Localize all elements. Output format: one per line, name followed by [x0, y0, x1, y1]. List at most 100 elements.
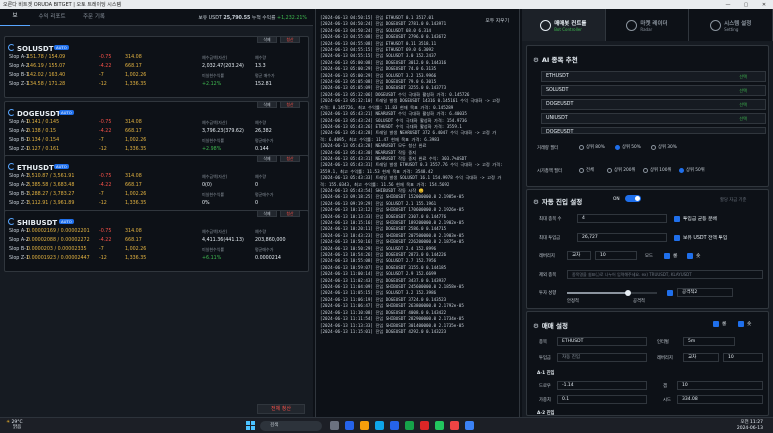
select-button[interactable]: 선택 [739, 72, 747, 82]
trade-short-checkbox[interactable]: 숏 [738, 320, 751, 327]
close-position-button[interactable]: 청산 [280, 155, 300, 162]
slop-row: Slop A-2 0.138 / 0.15 -4.22 668.17 3,796.23(… [9, 129, 299, 135]
delete-button[interactable]: 삭제 [257, 210, 277, 217]
vol-30-radio[interactable]: 상위 30% [651, 144, 677, 150]
style-select[interactable]: 공격적2 [677, 288, 733, 297]
select-button[interactable]: 선택 [739, 114, 747, 124]
vol-50-radio[interactable]: 상위 50% [615, 144, 641, 150]
max-coins-input[interactable]: 4 [577, 214, 667, 223]
windows-start-icon[interactable] [246, 421, 255, 430]
maximize-button[interactable]: ▢ [737, 2, 755, 8]
symbol-select[interactable]: ETHUSDT [557, 337, 647, 346]
ai-coin-item[interactable]: ETHUSDT 선택 [541, 71, 766, 82]
full-usdt-checkbox[interactable]: 보유 USDT 전액 투입 [674, 234, 727, 241]
slop-amount: 1,002.26 [125, 138, 147, 143]
app-icon[interactable] [405, 421, 414, 430]
slop-pct: -0.75 [99, 55, 112, 60]
metric-label: 예수량 [255, 120, 267, 125]
auto-entry-toggle[interactable] [625, 195, 641, 202]
cap-200-radio[interactable]: 상위 200위 [607, 167, 635, 173]
tab-profit-report[interactable]: 수익 리포트 [30, 9, 74, 26]
close-position-button[interactable]: 청산 [280, 210, 300, 217]
taskbar-search[interactable]: 검색 [260, 421, 322, 431]
metric-value: +6.11% [202, 256, 222, 261]
tab-radar[interactable]: 마켓 레이더 Radar [606, 9, 690, 41]
exclude-input[interactable]: 종목명을 쉼표(,)로 나누어 입력해주세요. ex) TRUUSDT, KLA… [567, 270, 763, 279]
tab-setting[interactable]: 시스템 설정 Setting [689, 9, 773, 41]
close-position-button[interactable]: 청산 [280, 36, 300, 43]
drop-input[interactable]: -1.14 [557, 381, 647, 390]
long-checkbox[interactable]: 롱 [664, 252, 677, 259]
trade-long-checkbox[interactable]: 롱 [713, 320, 726, 327]
invest-input[interactable]: 자동 진입 [557, 353, 647, 362]
delete-button[interactable]: 삭제 [257, 101, 277, 108]
seed-input[interactable]: 334.08 [677, 395, 763, 404]
position-card: 삭제 청산 SOLUSDT AUTO Slop A-1 151.78 / 154.09 -0… [4, 36, 309, 98]
interval-select[interactable]: 5m [683, 337, 735, 346]
slop-pct: -0.75 [99, 120, 112, 125]
minimize-button[interactable]: — [719, 2, 737, 8]
tab-main[interactable]: 보 [0, 8, 30, 26]
tab-bot-controller[interactable]: 매매봇 컨트롤 Bot Controller [522, 9, 606, 41]
style-slider[interactable] [567, 290, 657, 296]
weight-input[interactable]: 0.1 [557, 395, 647, 404]
slop-row: Slop A-1 151.78 / 154.09 -0.75 314.08 예수금액(자… [9, 55, 299, 61]
task-view-icon[interactable] [330, 421, 339, 430]
equal-split-checkbox[interactable]: 투입금 균등 분배 [674, 215, 717, 222]
leverage-input[interactable]: 10 [595, 251, 637, 260]
select-button[interactable]: 선택 [739, 100, 747, 110]
symbol-name: DOGEUSDT [8, 109, 61, 118]
invest-label: 투입금 [539, 356, 551, 361]
app-icon[interactable] [465, 421, 474, 430]
cap-100-radio[interactable]: 상위 100위 [643, 167, 671, 173]
vol-80-radio[interactable]: 상위 80% [579, 144, 605, 150]
tab-sub: Radar [640, 26, 653, 32]
delete-button[interactable]: 삭제 [257, 155, 277, 162]
price-range: 0.141 / 0.145 [27, 120, 60, 125]
store-icon[interactable] [390, 421, 399, 430]
app-icon[interactable] [345, 421, 354, 430]
gap-input[interactable]: 10 [677, 381, 763, 390]
cap-50-radio[interactable]: 상위 50위 [679, 167, 705, 173]
select-button[interactable]: 선택 [739, 86, 747, 96]
folder-icon[interactable] [360, 421, 369, 430]
edge-icon[interactable] [375, 421, 384, 430]
slop-label: Slop A-1 [9, 174, 29, 179]
radio-label: 상위 80% [586, 145, 605, 150]
tab-order-history[interactable]: 주문 기록 [74, 9, 114, 26]
slop-pct: -12 [99, 82, 107, 87]
ai-coin-item[interactable]: DOGEUSDT 선택 [541, 99, 766, 110]
ai-coin-item[interactable]: UNIUSDT 선택 [541, 113, 766, 124]
trade-leverage-input[interactable]: 10 [723, 353, 763, 362]
drop-label: 드로우 [539, 384, 551, 389]
metric-label: 평균매수가 [255, 138, 274, 143]
close-button[interactable]: ✕ [755, 2, 773, 8]
ai-recommend-title: AI 종목 추천 [533, 54, 578, 64]
trade-margin-select[interactable]: 교차 [683, 353, 719, 362]
delete-button[interactable]: 삭제 [257, 36, 277, 43]
slop-pct: -7 [99, 247, 104, 252]
checkbox-label: 롱 [673, 254, 678, 259]
style-checkbox[interactable] [667, 290, 673, 296]
slop-label: Slop A-1 [9, 120, 29, 125]
ai-coin-item[interactable]: DOGEUSDT [541, 127, 766, 135]
clock[interactable]: 오전 11:27 2024-06-13 [737, 420, 763, 431]
radio-label: 상위 30% [658, 145, 677, 150]
radio-label: 전체 [586, 168, 594, 173]
ai-coin-item[interactable]: SOLUSDT 선택 [541, 85, 766, 96]
metric-value: 0(0) [202, 183, 212, 188]
app-icon[interactable] [420, 421, 429, 430]
radio-label: 상위 50위 [686, 168, 705, 173]
slider-knob[interactable] [625, 290, 631, 296]
chrome-icon[interactable] [435, 421, 444, 430]
max-invest-input[interactable]: 26,727 [577, 233, 667, 242]
weather-widget[interactable]: ☀ 29°C 맑음 [6, 420, 23, 430]
metric-value: 2,032.47(203.24) [202, 64, 244, 69]
slop-pct: -4.22 [99, 64, 112, 69]
app-icon[interactable] [450, 421, 459, 430]
margin-mode-select[interactable]: 교차 [567, 251, 591, 260]
close-position-button[interactable]: 청산 [280, 101, 300, 108]
cap-all-radio[interactable]: 전체 [579, 167, 594, 173]
short-checkbox[interactable]: 숏 [687, 252, 700, 259]
close-all-button[interactable]: 전체 청산 [257, 404, 305, 414]
